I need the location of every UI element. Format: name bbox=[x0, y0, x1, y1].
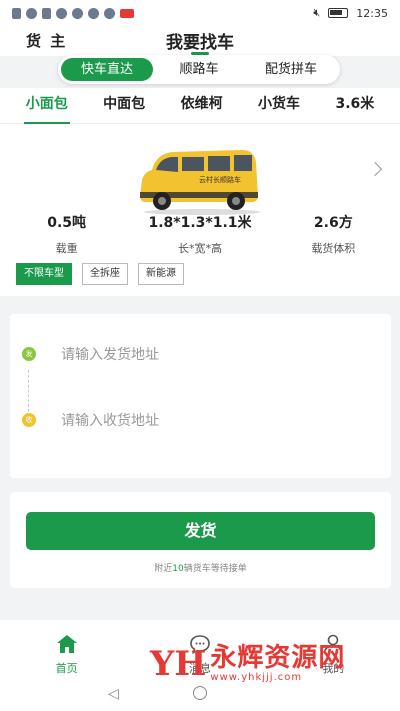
nearby-trucks-text: 附近10辆货车等待接单 bbox=[10, 561, 391, 574]
signal-icon bbox=[12, 7, 21, 19]
watermark-url: www.yhkjjj.com bbox=[210, 672, 303, 683]
spec-dimensions: 1.8*1.3*1.1米 长*宽*高 bbox=[133, 212, 266, 256]
app-notification-icon bbox=[56, 7, 67, 19]
spec-value: 2.6方 bbox=[313, 215, 353, 231]
wifi-icon bbox=[26, 7, 37, 19]
tab-express[interactable]: 快车直达 bbox=[61, 58, 153, 81]
header: 货 主 我要找车 bbox=[0, 26, 400, 56]
dropoff-placeholder: 请输入收货地址 bbox=[61, 413, 159, 429]
spec-label: 载货体积 bbox=[311, 242, 356, 255]
chevron-right-icon[interactable] bbox=[367, 161, 383, 177]
filter-seats-removed[interactable]: 全拆座 bbox=[82, 263, 128, 285]
van-decal: 云村长顺路车 bbox=[199, 175, 241, 184]
address-card: 发 请输入发货地址 收 请输入收货地址 bbox=[10, 314, 391, 478]
spec-volume: 2.6方 载货体积 bbox=[267, 212, 400, 256]
nearby-suffix: 辆货车等待接单 bbox=[183, 564, 247, 574]
vehicle-tab-iveco[interactable]: 依维柯 bbox=[181, 93, 223, 119]
mode-tabs: 快车直达 顺路车 配货拼车 bbox=[58, 55, 340, 84]
page-title: 我要找车 bbox=[166, 33, 234, 53]
tab-ride-along[interactable]: 顺路车 bbox=[153, 58, 245, 81]
dropoff-marker-icon: 收 bbox=[22, 413, 36, 427]
nav-label: 首页 bbox=[55, 662, 78, 675]
vehicle-type-tabs: 小面包 中面包 依维柯 小货车 3.6米 bbox=[0, 88, 400, 124]
filter-any-type[interactable]: 不限车型 bbox=[16, 263, 72, 285]
vehicle-tab-small-truck[interactable]: 小货车 bbox=[258, 93, 300, 119]
status-icons bbox=[12, 7, 134, 19]
nav-home[interactable]: 首页 bbox=[0, 620, 133, 678]
app-notification-icon bbox=[120, 8, 134, 18]
dropoff-address-field[interactable]: 收 请输入收货地址 bbox=[10, 400, 391, 440]
pickup-address-field[interactable]: 发 请输入发货地址 bbox=[10, 334, 391, 374]
ship-card: 发货 附近10辆货车等待接单 bbox=[10, 492, 391, 588]
spec-value: 0.5吨 bbox=[47, 215, 87, 231]
filter-new-energy[interactable]: 新能源 bbox=[138, 263, 184, 285]
back-icon[interactable]: ◁ bbox=[108, 686, 119, 702]
app-notification-icon bbox=[104, 7, 115, 19]
vehicle-filters: 不限车型 全拆座 新能源 bbox=[16, 263, 184, 285]
watermark: YH 永辉资源网 www.yhkjjj.com bbox=[150, 644, 345, 683]
spec-label: 载重 bbox=[55, 242, 78, 255]
app-notification-icon bbox=[72, 7, 83, 19]
mute-icon: 🔇︎ bbox=[313, 6, 321, 19]
sim-icon bbox=[42, 7, 51, 19]
tab-carpool[interactable]: 配货拼车 bbox=[245, 58, 337, 81]
ship-button[interactable]: 发货 bbox=[26, 512, 375, 550]
battery-icon bbox=[328, 8, 349, 18]
pickup-placeholder: 请输入发货地址 bbox=[61, 347, 159, 363]
status-time: 12:35 bbox=[356, 6, 388, 20]
vehicle-specs: 0.5吨 载重 1.8*1.3*1.1米 长*宽*高 2.6方 载货体积 bbox=[0, 212, 400, 256]
nearby-count: 10 bbox=[172, 564, 184, 574]
home-button-icon[interactable] bbox=[193, 686, 207, 700]
watermark-logo: YH bbox=[150, 643, 207, 684]
spec-value: 1.8*1.3*1.1米 bbox=[148, 215, 252, 231]
vehicle-tab-medium-van[interactable]: 中面包 bbox=[103, 93, 145, 119]
spec-load: 0.5吨 载重 bbox=[0, 212, 133, 256]
vehicle-card: 云村长顺路车 0.5吨 载重 1.8*1.3*1.1米 长*宽*高 2.6方 载… bbox=[0, 124, 400, 296]
pickup-marker-icon: 发 bbox=[22, 347, 36, 361]
van-image: 云村长顺路车 bbox=[140, 150, 260, 215]
watermark-title: 永辉资源网 bbox=[210, 643, 346, 673]
app-notification-icon bbox=[88, 7, 99, 19]
vehicle-tab-3-6m[interactable]: 3.6米 bbox=[335, 93, 374, 119]
vehicle-tab-small-van[interactable]: 小面包 bbox=[23, 93, 70, 124]
spec-label: 长*宽*高 bbox=[177, 242, 222, 255]
nearby-prefix: 附近 bbox=[154, 564, 173, 574]
home-icon bbox=[56, 635, 77, 653]
status-bar: 🔇︎ 12:35 bbox=[0, 0, 400, 26]
